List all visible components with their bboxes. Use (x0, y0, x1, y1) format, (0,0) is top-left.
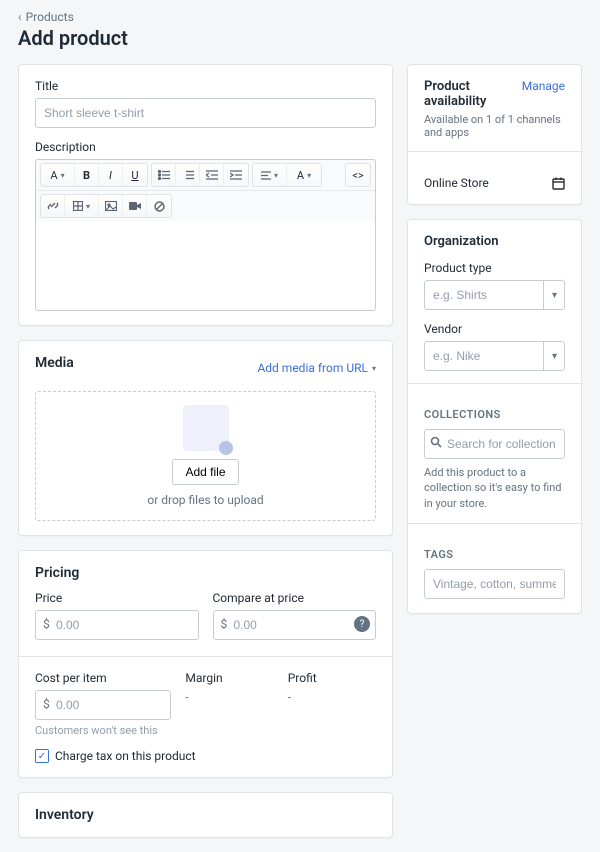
description-editor[interactable] (35, 221, 376, 311)
add-media-from-url-link[interactable]: Add media from URL ▾ (257, 361, 376, 375)
calendar-icon[interactable] (552, 177, 565, 190)
price-input[interactable] (35, 610, 199, 640)
code-view-button[interactable]: <> (346, 164, 370, 186)
charge-tax-label: Charge tax on this product (55, 749, 196, 763)
compare-price-input[interactable] (213, 610, 377, 640)
description-label: Description (35, 140, 376, 154)
organization-heading: Organization (424, 234, 565, 249)
collections-hint: Add this product to a collection so it's… (424, 465, 565, 511)
charge-tax-checkbox[interactable]: ✓ (35, 749, 49, 763)
card-availability: Product availability Manage Available on… (407, 64, 582, 205)
breadcrumb[interactable]: ‹ Products (18, 10, 582, 24)
availability-desc: Available on 1 of 1 channels and apps (424, 113, 565, 139)
product-type-select-toggle[interactable]: ▾ (543, 280, 565, 310)
collections-heading: COLLECTIONS (424, 408, 565, 421)
search-icon (430, 436, 442, 448)
channel-online-store: Online Store (424, 176, 489, 190)
card-inventory: Inventory (18, 792, 393, 838)
media-heading: Media (35, 355, 74, 371)
product-type-label: Product type (424, 261, 565, 275)
indent-button[interactable] (224, 164, 248, 186)
bulleted-list-button[interactable] (152, 164, 176, 186)
dropzone-hint: or drop files to upload (147, 493, 263, 507)
pricing-heading: Pricing (35, 565, 376, 581)
chevron-left-icon: ‹ (18, 10, 22, 24)
collections-search-input[interactable] (424, 429, 565, 459)
underline-button[interactable]: U (123, 164, 147, 186)
media-dropzone[interactable]: Add file or drop files to upload (35, 391, 376, 521)
image-placeholder-icon (183, 405, 229, 451)
page-title: Add product (18, 26, 582, 50)
clear-formatting-button[interactable] (147, 195, 171, 217)
add-file-button[interactable]: Add file (172, 459, 238, 485)
breadcrumb-back: Products (26, 10, 74, 24)
card-media: Media Add media from URL ▾ Add file or d… (18, 340, 393, 536)
numbered-list-button[interactable] (176, 164, 200, 186)
chevron-down-icon: ▾ (372, 364, 376, 373)
manage-availability-link[interactable]: Manage (522, 79, 565, 93)
bold-button[interactable]: B (75, 164, 99, 186)
table-dropdown[interactable]: ▾ (65, 195, 99, 217)
outdent-button[interactable] (200, 164, 224, 186)
compare-price-label: Compare at price (213, 591, 377, 605)
tags-heading: TAGS (424, 548, 565, 561)
currency-prefix: $ (221, 617, 228, 631)
availability-heading: Product availability (424, 79, 522, 109)
title-label: Title (35, 79, 376, 93)
price-label: Price (35, 591, 199, 605)
margin-value: - (185, 690, 273, 704)
profit-value: - (288, 690, 376, 704)
help-icon[interactable]: ? (354, 616, 370, 632)
tags-input[interactable] (424, 569, 565, 599)
inventory-heading: Inventory (35, 807, 376, 823)
card-title-description: Title Description A▾ B I U (18, 64, 393, 326)
link-button[interactable] (41, 195, 65, 217)
cost-input[interactable] (35, 690, 171, 720)
profit-label: Profit (288, 671, 376, 685)
title-input[interactable] (35, 98, 376, 128)
currency-prefix: $ (43, 617, 50, 631)
vendor-select-toggle[interactable]: ▾ (543, 341, 565, 371)
margin-label: Margin (185, 671, 273, 685)
currency-prefix: $ (43, 697, 50, 711)
text-color-dropdown[interactable]: A▾ (287, 164, 321, 186)
italic-button[interactable]: I (99, 164, 123, 186)
card-pricing: Pricing Price $ Compare at price $ (18, 550, 393, 778)
font-dropdown[interactable]: A▾ (41, 164, 75, 186)
card-organization: Organization Product type ▾ Vendor ▾ (407, 219, 582, 614)
image-button[interactable] (99, 195, 123, 217)
cost-hint: Customers won't see this (35, 724, 171, 737)
video-button[interactable] (123, 195, 147, 217)
align-dropdown[interactable]: ▾ (253, 164, 287, 186)
rte-toolbar: A▾ B I U (35, 159, 376, 221)
cost-label: Cost per item (35, 671, 171, 685)
vendor-label: Vendor (424, 322, 565, 336)
